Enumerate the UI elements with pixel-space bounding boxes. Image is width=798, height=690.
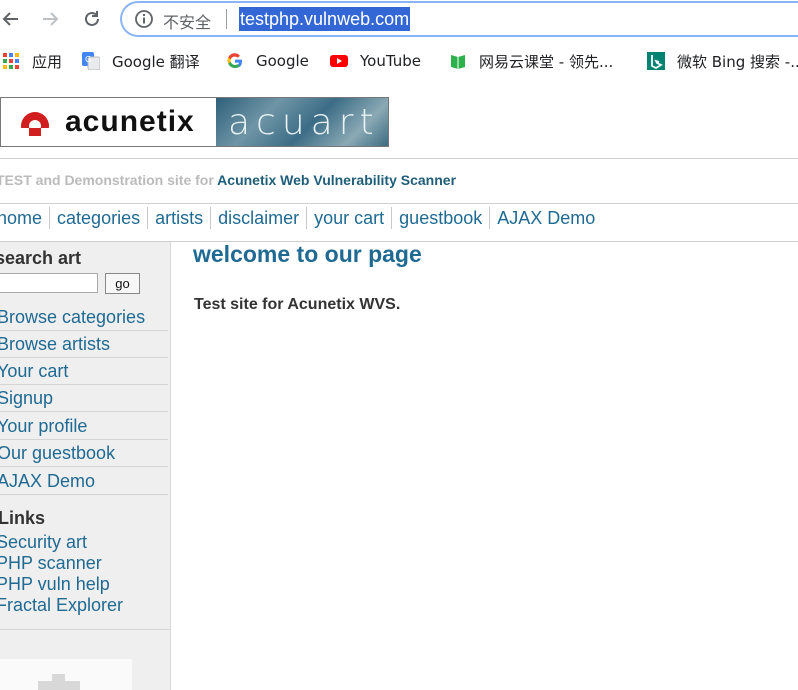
address-divider	[226, 9, 227, 29]
forward-arrow-icon	[43, 12, 59, 26]
nav-artists[interactable]: artists	[147, 207, 210, 229]
sidebar-divider	[0, 629, 171, 630]
bookmark-label: Google 翻译	[112, 52, 200, 71]
page-heading: welcome to our page	[193, 241, 422, 267]
site-logo-banner[interactable]: acunetix acuart	[0, 97, 389, 147]
google-translate-icon: G	[82, 52, 100, 70]
browser-toolbar: 不安全 testphp.vulnweb.com	[0, 0, 798, 40]
google-icon	[227, 53, 242, 69]
link-security-art[interactable]: Security art	[0, 532, 87, 553]
acuart-wordmark: acuart	[228, 102, 380, 143]
search-input[interactable]	[0, 273, 98, 293]
bookmark-label: 应用	[32, 52, 63, 71]
youtube-icon	[330, 55, 348, 67]
go-button[interactable]: go	[105, 273, 140, 294]
back-button[interactable]	[0, 6, 24, 32]
plus-icon	[38, 681, 80, 690]
sidebar-image-placeholder	[0, 659, 132, 690]
link-php-scanner[interactable]: PHP scanner	[0, 553, 102, 574]
apps-grid-icon	[3, 53, 19, 69]
link-php-vuln-help[interactable]: PHP vuln help	[0, 574, 110, 595]
bookmark-netease-study[interactable]: 网易云课堂 - 领先...	[449, 50, 613, 72]
header-divider	[0, 158, 798, 159]
bookmark-apps[interactable]: 应用	[2, 50, 62, 72]
bookmark-label: Google	[256, 52, 309, 70]
bing-icon	[647, 52, 665, 70]
sidebar-item-your-profile[interactable]: Your profile	[0, 413, 168, 440]
bookmark-bing[interactable]: 微软 Bing 搜索 -...	[647, 50, 798, 72]
netease-study-icon	[451, 55, 465, 69]
nav-ajax-demo[interactable]: AJAX Demo	[489, 207, 602, 229]
address-bar[interactable]	[120, 1, 798, 37]
site-tagline: TEST and Demonstration site for Acunetix…	[0, 172, 456, 188]
bookmark-label: YouTube	[360, 52, 421, 70]
reload-button[interactable]	[79, 6, 105, 32]
top-navigation: home categories artists disclaimer your …	[0, 206, 602, 230]
sidebar-item-your-cart[interactable]: Your cart	[0, 358, 168, 385]
nav-your-cart[interactable]: your cart	[306, 207, 391, 229]
sidebar-item-signup[interactable]: Signup	[0, 385, 168, 412]
nav-categories[interactable]: categories	[49, 207, 147, 229]
back-arrow-icon	[2, 12, 18, 26]
bookmark-google-translate[interactable]: G Google 翻译	[82, 50, 200, 72]
url-text[interactable]: testphp.vulnweb.com	[239, 7, 411, 31]
bookmarks-bar: 应用 G Google 翻译 Google YouTube 网易云课堂 - 领先…	[0, 40, 798, 82]
link-fractal-explorer[interactable]: Fractal Explorer	[0, 595, 123, 616]
nav-disclaimer[interactable]: disclaimer	[210, 207, 306, 229]
acunetix-logo: acunetix	[1, 98, 216, 146]
sidebar: search art go Browse categories Browse a…	[0, 242, 171, 690]
nav-home[interactable]: home	[0, 207, 49, 229]
sidebar-item-browse-artists[interactable]: Browse artists	[0, 331, 168, 358]
acunetix-wordmark: acunetix	[65, 105, 195, 138]
tagline-link[interactable]: Acunetix Web Vulnerability Scanner	[217, 172, 456, 188]
page-intro-text: Test site for Acunetix WVS.	[194, 296, 401, 313]
sidebar-item-ajax-demo[interactable]: AJAX Demo	[0, 468, 168, 495]
bookmark-label: 网易云课堂 - 领先...	[479, 52, 614, 71]
sidebar-item-browse-categories[interactable]: Browse categories	[0, 304, 168, 331]
security-label: 不安全	[163, 13, 212, 32]
nav-top-divider	[0, 203, 798, 204]
acunetix-logo-icon	[19, 112, 51, 138]
info-icon[interactable]	[134, 9, 154, 29]
bookmark-label: 微软 Bing 搜索 -...	[677, 52, 798, 71]
tagline-prefix: TEST and Demonstration site for	[0, 172, 218, 188]
bookmark-youtube[interactable]: YouTube	[330, 50, 421, 72]
nav-guestbook[interactable]: guestbook	[391, 207, 489, 229]
sidebar-item-our-guestbook[interactable]: Our guestbook	[0, 440, 168, 467]
bookmark-google[interactable]: Google	[226, 50, 309, 72]
reload-icon	[85, 11, 99, 26]
acuart-logo: acuart	[216, 98, 388, 146]
forward-button[interactable]	[37, 6, 63, 32]
search-art-title: search art	[0, 248, 82, 268]
svg-text:G: G	[85, 55, 91, 64]
links-title: Links	[0, 508, 46, 528]
